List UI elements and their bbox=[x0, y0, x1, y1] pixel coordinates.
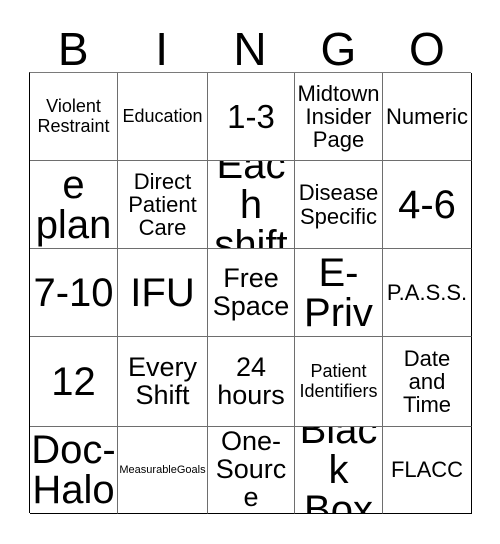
bingo-cell-text: Care plans bbox=[35, 161, 112, 248]
header-letter-text: O bbox=[408, 23, 445, 76]
bingo-grid: Violent Restraint Education 1-3 Midtown … bbox=[29, 72, 472, 514]
bingo-cell-text: Patient Identifiers bbox=[299, 361, 378, 401]
bingo-cell-text: P.A.S.S. bbox=[386, 279, 468, 305]
bingo-cell-text: 12 bbox=[51, 359, 96, 404]
bingo-cell-text: Education bbox=[122, 105, 203, 126]
bingo-cell-n1[interactable]: 1-3 bbox=[208, 73, 295, 161]
bingo-cell-b1[interactable]: Violent Restraint bbox=[30, 73, 118, 161]
bingo-header-letter-o: O bbox=[383, 18, 471, 72]
bingo-cell-text: Each shift bbox=[214, 161, 288, 249]
bingo-header-letter-i: I bbox=[117, 18, 205, 72]
bingo-header-letter-n: N bbox=[206, 18, 294, 72]
bingo-cell-n4[interactable]: 24 hours bbox=[208, 337, 295, 427]
bingo-cell-g4[interactable]: Patient Identifiers bbox=[295, 337, 383, 427]
bingo-cell-text: 24 hours bbox=[217, 351, 285, 410]
bingo-card: B I N G O Violent Restraint Education 1-… bbox=[0, 0, 500, 544]
bingo-cell-text: Doc-Halo bbox=[31, 428, 116, 512]
bingo-cell-b4[interactable]: 12 bbox=[30, 337, 118, 427]
header-letter-text: B bbox=[57, 23, 89, 76]
bingo-cell-text: MeasurableGoals bbox=[119, 463, 206, 476]
bingo-cell-o2[interactable]: 4-6 bbox=[383, 161, 472, 249]
bingo-header-letter-g: G bbox=[294, 18, 382, 72]
bingo-cell-free-space[interactable]: Free Space bbox=[208, 249, 295, 337]
bingo-cell-g5[interactable]: Black Box bbox=[295, 427, 383, 514]
bingo-cell-b3[interactable]: 7-10 bbox=[30, 249, 118, 337]
bingo-cell-text: Date and Time bbox=[402, 345, 452, 418]
bingo-cell-text: Violent Restraint bbox=[37, 96, 110, 136]
bingo-cell-g3[interactable]: E-Priv bbox=[295, 249, 383, 337]
bingo-cell-n5[interactable]: One-Source bbox=[208, 427, 295, 514]
bingo-cell-g2[interactable]: Disease Specific bbox=[295, 161, 383, 249]
bingo-cell-text: FLACC bbox=[390, 457, 464, 483]
bingo-cell-text: 4-6 bbox=[398, 182, 456, 227]
bingo-cell-b5[interactable]: Doc-Halo bbox=[30, 427, 118, 514]
bingo-cell-text: Numeric bbox=[386, 103, 468, 129]
bingo-header-row: B I N G O bbox=[29, 18, 471, 72]
bingo-cell-o3[interactable]: P.A.S.S. bbox=[383, 249, 472, 337]
bingo-cell-text: E-Priv bbox=[304, 250, 373, 335]
bingo-cell-text: Direct Patient Care bbox=[128, 168, 197, 241]
bingo-cell-text: One-Source bbox=[215, 427, 287, 512]
bingo-cell-text: Free Space bbox=[212, 262, 290, 321]
header-letter-text: G bbox=[320, 23, 357, 76]
header-letter-text: N bbox=[233, 23, 267, 76]
bingo-cell-text: Black Box bbox=[299, 427, 378, 514]
bingo-cell-o1[interactable]: Numeric bbox=[383, 73, 472, 161]
bingo-header-letter-b: B bbox=[29, 18, 117, 72]
header-letter-text: I bbox=[155, 23, 168, 76]
bingo-cell-i4[interactable]: Every Shift bbox=[118, 337, 208, 427]
bingo-cell-i3[interactable]: IFU bbox=[118, 249, 208, 337]
bingo-cell-i5[interactable]: MeasurableGoals bbox=[118, 427, 208, 514]
bingo-cell-text: 1-3 bbox=[227, 98, 275, 135]
bingo-cell-i2[interactable]: Direct Patient Care bbox=[118, 161, 208, 249]
bingo-cell-n2[interactable]: Each shift bbox=[208, 161, 295, 249]
bingo-cell-o5[interactable]: FLACC bbox=[383, 427, 472, 514]
bingo-cell-b2[interactable]: Care plans bbox=[30, 161, 118, 249]
bingo-cell-o4[interactable]: Date and Time bbox=[383, 337, 472, 427]
bingo-cell-text: IFU bbox=[130, 270, 195, 315]
bingo-cell-g1[interactable]: Midtown Insider Page bbox=[295, 73, 383, 161]
bingo-cell-text: Midtown Insider Page bbox=[297, 80, 380, 153]
bingo-cell-text: 7-10 bbox=[33, 270, 114, 315]
bingo-cell-i1[interactable]: Education bbox=[118, 73, 208, 161]
bingo-cell-text: Disease Specific bbox=[298, 180, 379, 229]
bingo-cell-text: Every Shift bbox=[127, 351, 198, 410]
